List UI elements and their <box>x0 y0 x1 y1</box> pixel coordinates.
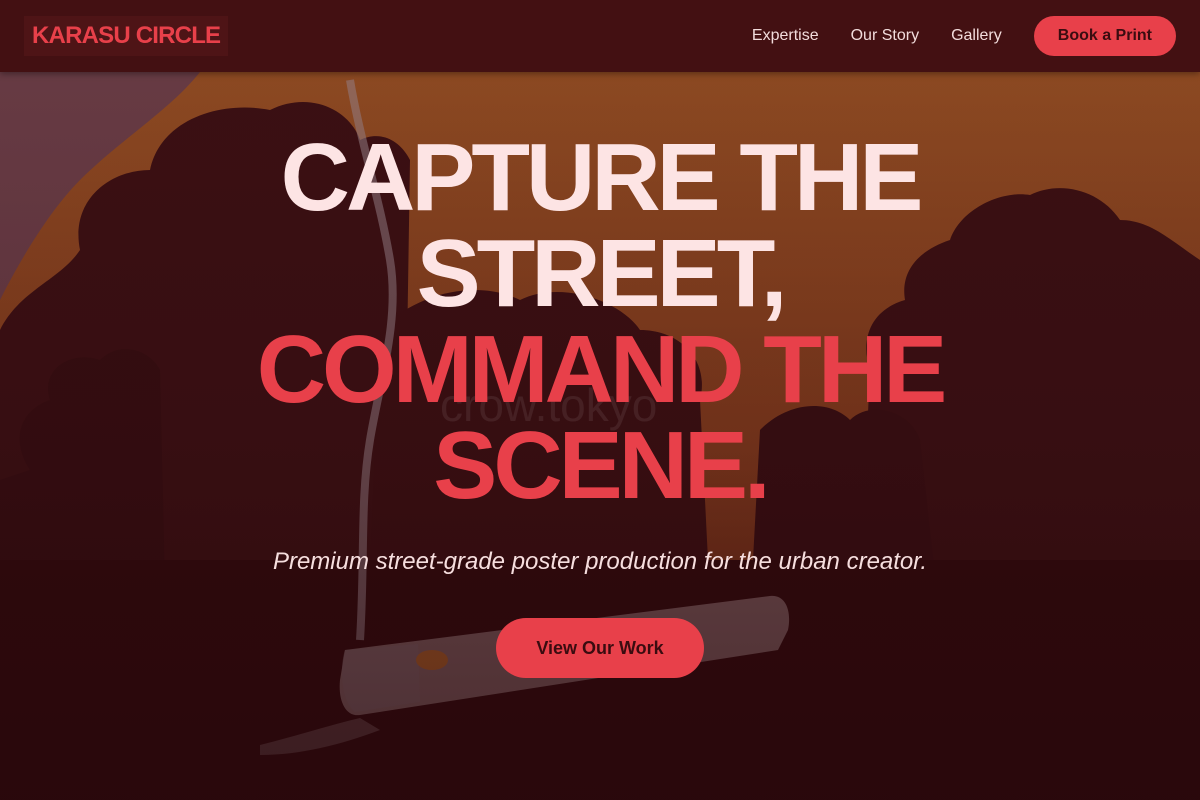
hero-headline: CAPTURE THE STREET, COMMAND THE SCENE. <box>256 124 948 519</box>
hero-subtitle: Premium street-grade poster production f… <box>272 548 928 575</box>
view-our-work-button[interactable]: View Our Work <box>496 618 704 678</box>
hero-section: CAPTURE THE STREET, COMMAND THE SCENE. P… <box>0 72 1200 800</box>
navbar: KARASU CIRCLE Expertise Our Story Galler… <box>0 0 1200 72</box>
nav-link-gallery[interactable]: Gallery <box>951 27 1002 45</box>
headline-line-1: CAPTURE THE <box>280 124 924 231</box>
headline-line-3: COMMAND THE <box>256 316 948 423</box>
nav-link-our-story[interactable]: Our Story <box>851 27 919 45</box>
nav-menu: Expertise Our Story Gallery Book a Print <box>752 16 1176 56</box>
headline-line-2: STREET, <box>416 220 788 327</box>
brand-logo[interactable]: KARASU CIRCLE <box>24 16 229 56</box>
book-a-print-button[interactable]: Book a Print <box>1033 16 1176 56</box>
nav-link-expertise[interactable]: Expertise <box>752 27 819 45</box>
headline-line-4: SCENE. <box>433 412 770 519</box>
